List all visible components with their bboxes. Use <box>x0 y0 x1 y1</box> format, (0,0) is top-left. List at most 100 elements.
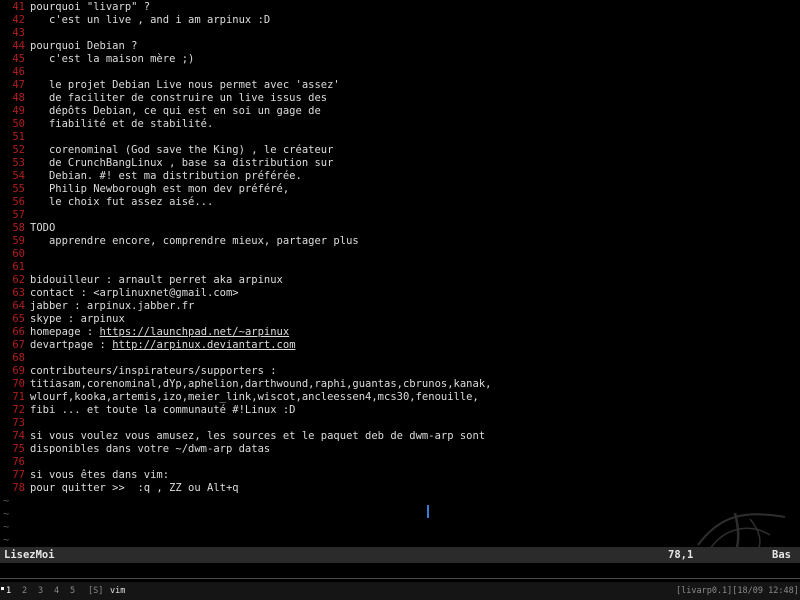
editor-line[interactable]: 61 <box>0 261 800 274</box>
empty-line-tilde: ~ <box>3 495 10 507</box>
editor-line[interactable]: 41 pourquoi "livarp" ? <box>0 1 800 14</box>
editor-line[interactable]: 75 disponibles dans votre ~/dwm-arp datas <box>0 443 800 456</box>
line-text-content: skype : arpinux <box>30 313 125 325</box>
vim-command-line[interactable] <box>0 563 800 578</box>
tag-1[interactable]: 1 <box>6 582 11 600</box>
editor-line[interactable]: 70 titiasam,corenominal,dYp,aphelion,dart… <box>0 378 800 391</box>
empty-line-tilde: ~ <box>3 508 10 520</box>
line-number: 77 <box>12 469 25 481</box>
line-text-content: contributeurs/inspirateurs/supporters : <box>30 365 277 377</box>
line-text-content: wlourf,kooka,artemis,izo,meier_link,wisc… <box>30 391 479 403</box>
line-text-content: fibi ... et toute la communauté #!Linux … <box>30 404 296 416</box>
line-number: 61 <box>12 261 25 273</box>
line-number: 45 <box>12 53 25 65</box>
editor-line[interactable]: 51 <box>0 131 800 144</box>
editor-line[interactable]: 54 Debian. #! est ma distribution préfér… <box>0 170 800 183</box>
tag-2[interactable]: 2 <box>22 582 27 600</box>
line-text: skype : arpinux <box>30 313 125 326</box>
editor-line[interactable]: 60 <box>0 248 800 261</box>
vim-statusline: LisezMoi 78,1 Bas <box>0 547 800 563</box>
editor-line[interactable]: 62 bidouilleur : arnault perret aka arpin… <box>0 274 800 287</box>
line-text-content: devartpage : <box>30 339 113 351</box>
line-text: pour quitter >> :q , ZZ ou Alt+q <box>30 482 239 495</box>
line-text-content: bidouilleur : arnault perret aka arpinux <box>30 274 283 286</box>
line-text: bidouilleur : arnault perret aka arpinux <box>30 274 283 287</box>
editor-line[interactable]: 47 le projet Debian Live nous permet ave… <box>0 79 800 92</box>
editor-line[interactable]: 67 devartpage : http://arpinux.deviantart… <box>0 339 800 352</box>
editor-line[interactable]: 72 fibi ... et toute la communauté #!Linu… <box>0 404 800 417</box>
line-text: fibi ... et toute la communauté #!Linux … <box>30 404 296 417</box>
screen-divider <box>0 578 800 579</box>
line-text-content: dépôts Debian, ce qui est en soi un gage… <box>30 105 321 117</box>
editor-line[interactable]: 53 de CrunchBangLinux , base sa distribu… <box>0 157 800 170</box>
line-text-content: pourquoi Debian ? <box>30 40 138 52</box>
editor-line[interactable]: 42 c'est un live , and i am arpinux :D <box>0 14 800 27</box>
line-number: 65 <box>12 313 25 325</box>
editor-line[interactable]: 49 dépôts Debian, ce qui est en soi un g… <box>0 105 800 118</box>
empty-line-tilde: ~ <box>3 521 10 533</box>
line-number: 50 <box>12 118 25 130</box>
line-text-content: titiasam,corenominal,dYp,aphelion,darthw… <box>30 378 492 390</box>
line-number: 54 <box>12 170 25 182</box>
tag-3[interactable]: 3 <box>38 582 43 600</box>
tag-4[interactable]: 4 <box>54 582 59 600</box>
editor-line[interactable]: 78 pour quitter >> :q , ZZ ou Alt+q <box>0 482 800 495</box>
editor-line[interactable]: 74 si vous voulez vous amusez, les source… <box>0 430 800 443</box>
line-number: 58 <box>12 222 25 234</box>
editor-line[interactable]: 55 Philip Newborough est mon dev préféré… <box>0 183 800 196</box>
line-number: 64 <box>12 300 25 312</box>
editor-line[interactable]: 52 corenominal (God save the King) , le … <box>0 144 800 157</box>
editor-line[interactable]: 65 skype : arpinux <box>0 313 800 326</box>
line-text-content: de CrunchBangLinux , base sa distributio… <box>30 157 334 169</box>
line-link[interactable]: https://launchpad.net/~arpinux <box>100 326 290 338</box>
line-number: 59 <box>12 235 25 247</box>
editor-line[interactable]: 76 <box>0 456 800 469</box>
line-number: 51 <box>12 131 25 143</box>
editor-line[interactable]: 50 fiabilité et de stabilité. <box>0 118 800 131</box>
editor-line[interactable]: 68 <box>0 352 800 365</box>
layout-indicator[interactable]: [S] <box>88 582 103 600</box>
line-text-content: pourquoi "livarp" ? <box>30 1 151 13</box>
tag-5[interactable]: 5 <box>70 582 75 600</box>
line-number: 53 <box>12 157 25 169</box>
editor-line[interactable]: 77 si vous êtes dans vim: <box>0 469 800 482</box>
line-number: 52 <box>12 144 25 156</box>
editor-line[interactable]: 58 TODO <box>0 222 800 235</box>
line-text-content: Debian. #! est ma distribution préférée. <box>30 170 302 182</box>
vim-editor[interactable]: 41 pourquoi "livarp" ? 42 c'est un live , … <box>0 0 800 547</box>
status-cursor-position: 78,1 <box>668 549 694 561</box>
line-number: 76 <box>12 456 25 468</box>
line-number: 78 <box>12 482 25 494</box>
line-text: si vous voulez vous amusez, les sources … <box>30 430 485 443</box>
editor-line[interactable]: 73 <box>0 417 800 430</box>
editor-line[interactable]: 66 homepage : https://launchpad.net/~arpi… <box>0 326 800 339</box>
line-text-content: pour quitter >> :q , ZZ ou Alt+q <box>30 482 239 494</box>
line-text: titiasam,corenominal,dYp,aphelion,darthw… <box>30 378 491 391</box>
line-text: Philip Newborough est mon dev préféré, <box>30 183 289 196</box>
editor-line[interactable]: 46 <box>0 66 800 79</box>
line-number: 62 <box>12 274 25 286</box>
editor-line[interactable]: 43 <box>0 27 800 40</box>
line-link[interactable]: http://arpinux.deviantart.com <box>112 339 295 351</box>
line-number: 48 <box>12 92 25 104</box>
line-text-content: homepage : <box>30 326 100 338</box>
editor-line[interactable]: 63 contact : <arplinuxnet@gmail.com> <box>0 287 800 300</box>
editor-line[interactable]: 59 apprendre encore, comprendre mieux, p… <box>0 235 800 248</box>
line-number: 41 <box>12 1 25 13</box>
line-number: 66 <box>12 326 25 338</box>
editor-line[interactable]: 56 le choix fut assez aisé... <box>0 196 800 209</box>
line-text: homepage : https://launchpad.net/~arpinu… <box>30 326 289 339</box>
line-text: pourquoi Debian ? <box>30 40 137 53</box>
editor-line[interactable]: 57 <box>0 209 800 222</box>
editor-line[interactable]: 44 pourquoi Debian ? <box>0 40 800 53</box>
editor-line[interactable]: 64 jabber : arpinux.jabber.fr <box>0 300 800 313</box>
line-text-content: c'est un live , and i am arpinux :D <box>30 14 271 26</box>
editor-line[interactable]: 71 wlourf,kooka,artemis,izo,meier_link,wi… <box>0 391 800 404</box>
line-number: 73 <box>12 417 25 429</box>
editor-line[interactable]: 69 contributeurs/inspirateurs/supporters … <box>0 365 800 378</box>
editor-line[interactable]: 48 de faciliter de construire un live is… <box>0 92 800 105</box>
line-text-content: disponibles dans votre ~/dwm-arp datas <box>30 443 271 455</box>
editor-line[interactable]: 45 c'est la maison mère ;) <box>0 53 800 66</box>
line-number: 71 <box>12 391 25 403</box>
line-number: 68 <box>12 352 25 364</box>
